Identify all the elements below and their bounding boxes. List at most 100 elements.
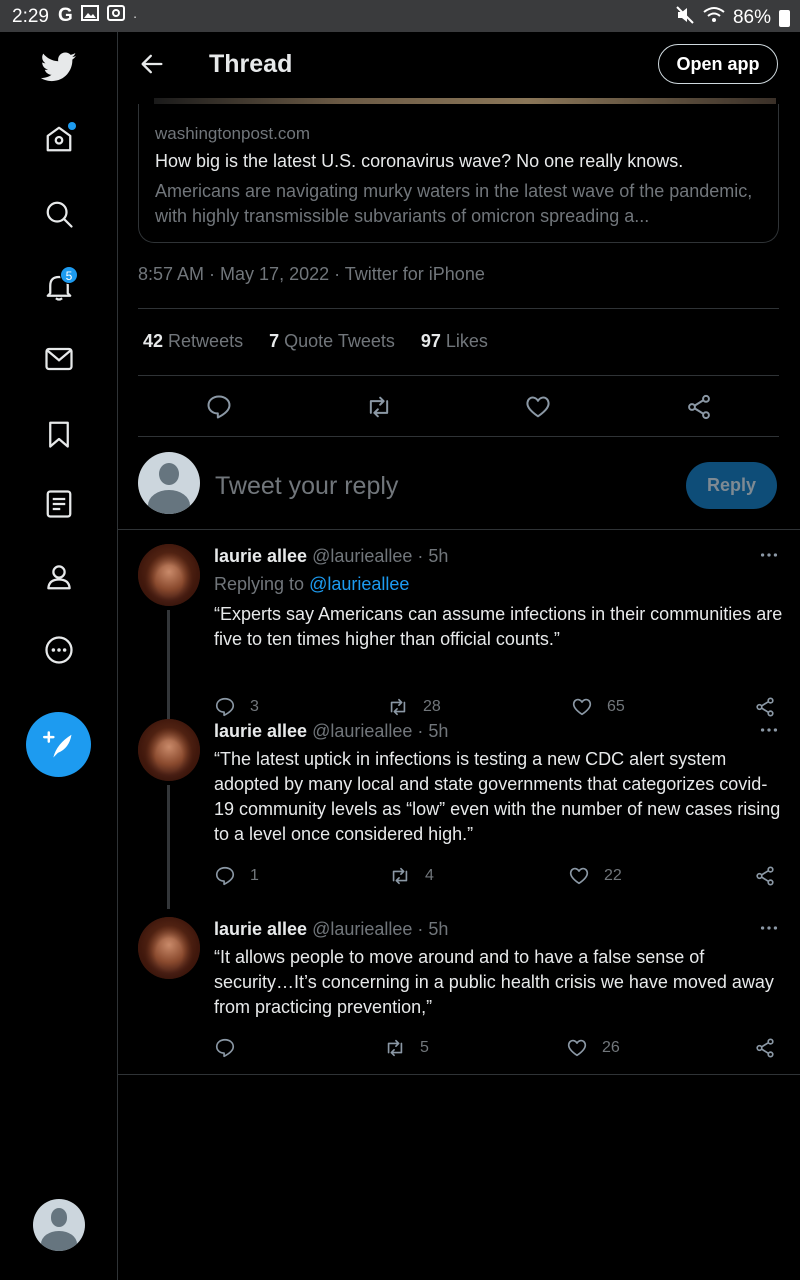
retweet-icon	[387, 1039, 403, 1057]
reply-submit-button[interactable]: Reply	[686, 462, 777, 509]
share-action[interactable]	[754, 1037, 776, 1059]
like-count: 26	[602, 1039, 620, 1056]
profile-icon	[47, 565, 71, 590]
nav-notifications[interactable]: 5	[34, 262, 84, 312]
battery-icon	[779, 9, 790, 27]
account-avatar[interactable]	[33, 1199, 85, 1251]
quotes-stat[interactable]: 7 Quote Tweets	[269, 331, 395, 352]
reply-button[interactable]	[205, 393, 233, 421]
reply-count: 3	[250, 698, 259, 715]
notifications-badge: 5	[60, 266, 78, 284]
status-time: 2:29	[12, 6, 49, 27]
like-button[interactable]	[524, 393, 552, 421]
thread-main: Thread Open app washingtonpost.com How b…	[118, 32, 800, 1280]
heart-icon	[569, 867, 589, 885]
replying-mention[interactable]: @laurieallee	[309, 574, 409, 594]
retweet-action[interactable]: 4	[389, 865, 434, 887]
like-action[interactable]: 26	[566, 1037, 620, 1059]
link-card[interactable]: washingtonpost.com How big is the latest…	[138, 104, 779, 243]
more-notifications-dot-icon: ·	[132, 8, 138, 24]
tweet-actions	[138, 376, 779, 436]
like-count: 22	[604, 867, 622, 884]
tweet-more-button[interactable]	[758, 917, 780, 939]
author-name[interactable]: laurie allee	[214, 546, 307, 566]
retweets-stat[interactable]: 42 Retweets	[143, 331, 243, 352]
retweet-icon	[369, 396, 389, 418]
tweet-author: laurie allee @laurieallee · 5h	[214, 721, 448, 742]
author-name[interactable]: laurie allee	[214, 721, 307, 741]
link-card-headline: How big is the latest U.S. coronavirus w…	[155, 151, 684, 171]
author-avatar[interactable]	[138, 544, 200, 606]
open-app-button[interactable]: Open app	[658, 44, 778, 84]
heart-icon	[567, 1039, 587, 1057]
mute-icon	[675, 5, 695, 31]
retweet-count: 4	[425, 867, 434, 884]
link-card-description: Americans are navigating murky waters in…	[155, 181, 753, 226]
reply-action[interactable]	[214, 1037, 250, 1059]
retweet-action[interactable]: 28	[387, 696, 441, 718]
share-button[interactable]	[685, 393, 713, 421]
share-icon	[688, 394, 710, 420]
nav-home[interactable]	[34, 114, 84, 164]
like-action[interactable]: 22	[568, 865, 622, 887]
quotes-count: 7	[269, 331, 280, 351]
divider	[118, 1074, 800, 1075]
comment-icon	[215, 697, 235, 717]
nav-profile[interactable]	[34, 552, 84, 602]
share-action[interactable]	[754, 696, 776, 718]
nav-more[interactable]	[34, 625, 84, 675]
replying-prefix: Replying to	[214, 574, 310, 594]
retweet-action[interactable]: 5	[384, 1037, 429, 1059]
more-horizontal-icon	[760, 728, 778, 732]
reply-input[interactable]: Tweet your reply	[215, 472, 398, 501]
screenshot-icon	[106, 5, 125, 27]
nav-messages[interactable]	[34, 334, 84, 384]
home-new-dot	[68, 122, 76, 130]
tweet-action-bar: 5 26	[214, 1037, 780, 1067]
feather-plus-icon	[42, 730, 71, 757]
retweets-label: Retweets	[168, 331, 244, 351]
tweet-more-button[interactable]	[758, 544, 780, 566]
nav-explore[interactable]	[34, 189, 84, 239]
retweets-count: 42	[143, 331, 164, 351]
page-title: Thread	[209, 50, 293, 78]
retweet-count: 5	[420, 1039, 429, 1056]
more-horizontal-icon	[760, 553, 778, 557]
tweet-stats: 42 Retweets 7 Quote Tweets 97 Likes	[143, 331, 514, 352]
author-avatar[interactable]	[138, 917, 200, 979]
share-icon	[756, 1038, 774, 1058]
gallery-icon	[80, 5, 99, 27]
tweet-more-button[interactable]	[758, 719, 780, 741]
heart-icon	[526, 396, 550, 418]
google-icon: G	[58, 5, 73, 26]
battery-percent: 86%	[732, 7, 771, 28]
reply-action[interactable]: 3	[214, 696, 259, 718]
default-avatar-icon	[33, 1199, 85, 1251]
bookmark-icon	[49, 421, 69, 448]
likes-stat[interactable]: 97 Likes	[421, 331, 488, 352]
likes-count: 97	[420, 331, 441, 351]
retweet-button[interactable]	[365, 393, 393, 421]
thread-line	[167, 785, 170, 909]
quotes-label: Quote Tweets	[284, 331, 395, 351]
share-action[interactable]	[754, 865, 776, 887]
wifi-icon	[703, 6, 725, 30]
author-avatar[interactable]	[138, 719, 200, 781]
link-card-domain: washingtonpost.com	[155, 124, 310, 143]
author-handle: @laurieallee · 5h	[312, 546, 449, 566]
like-action[interactable]: 65	[571, 696, 625, 718]
nav-bookmarks[interactable]	[34, 409, 84, 459]
search-icon	[46, 201, 73, 228]
heart-icon	[572, 698, 592, 716]
compose-tweet-button[interactable]	[26, 712, 91, 777]
author-name[interactable]: laurie allee	[214, 919, 307, 939]
back-button[interactable]	[138, 50, 166, 78]
more-circle-icon	[45, 636, 73, 664]
thread-header: Thread Open app	[118, 32, 800, 98]
comment-icon	[215, 1038, 235, 1058]
twitter-logo-icon[interactable]	[34, 42, 84, 92]
tweet-timestamp[interactable]: 8:57 AM · May 17, 2022 · Twitter for iPh…	[138, 264, 485, 285]
nav-lists[interactable]	[34, 479, 84, 529]
tweet-text: “Experts say Americans can assume infect…	[214, 604, 783, 649]
reply-action[interactable]: 1	[214, 865, 259, 887]
